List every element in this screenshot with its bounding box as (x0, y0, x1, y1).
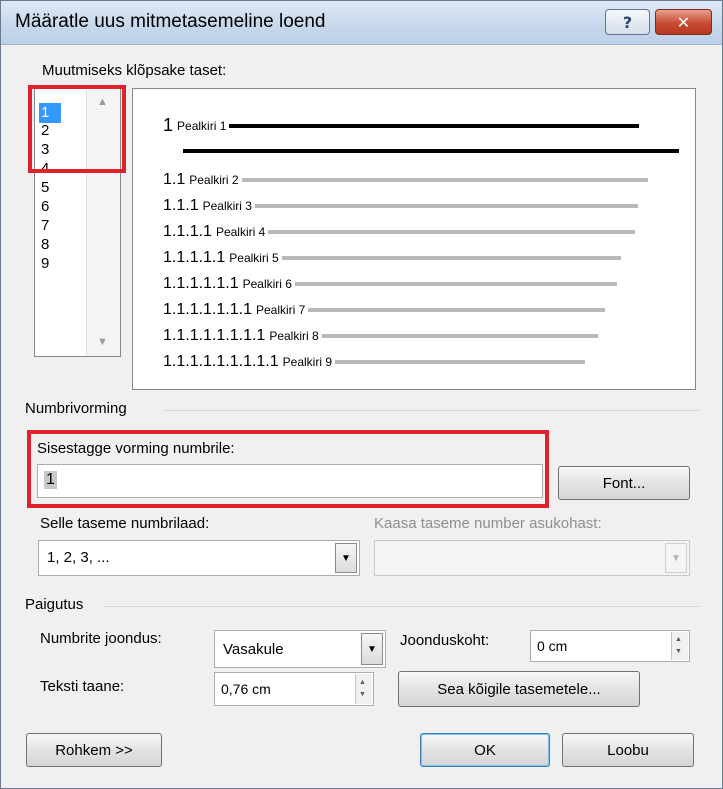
aligned-at-label: Joonduskoht: (400, 632, 490, 649)
preview-row-3: 1.1.1 Pealkiri 3 (163, 197, 638, 215)
help-button[interactable]: ? (605, 9, 650, 35)
preview-row-4: 1.1.1.1 Pealkiri 4 (163, 223, 636, 241)
spin-down-icon[interactable]: ▼ (675, 648, 682, 655)
chevron-down-icon[interactable]: ▼ (361, 633, 383, 665)
spin-down-icon[interactable]: ▼ (359, 691, 366, 698)
level-item-7[interactable]: 7 (39, 216, 81, 236)
number-style-select[interactable]: 1, 2, 3, ... ▼ (38, 540, 360, 576)
level-item-9[interactable]: 9 (39, 254, 81, 274)
levels-label: Muutmiseks klõpsake taset: (42, 62, 227, 79)
number-format-separator (163, 410, 699, 411)
more-button[interactable]: Rohkem >> (26, 733, 162, 767)
position-separator (103, 606, 699, 607)
font-button[interactable]: Font... (558, 466, 690, 500)
aligned-at-input[interactable]: 0 cm ▲ ▼ (530, 630, 690, 662)
cancel-button[interactable]: Loobu (562, 733, 694, 767)
preview-row-5: 1.1.1.1.1 Pealkiri 5 (163, 249, 621, 267)
highlight-level-list (28, 85, 126, 173)
help-icon: ? (622, 12, 633, 32)
indent-spinner[interactable]: ▲ ▼ (355, 674, 372, 704)
dialog-title: Määratle uus mitmetasemeline loend (15, 11, 326, 32)
highlight-format-field (27, 430, 549, 508)
scroll-down-icon[interactable]: ▼ (97, 336, 108, 348)
title-bar: Määratle uus mitmetasemeline loend ? ✕ (1, 1, 722, 45)
list-preview: 1 Pealkiri 1 1.1 Pealkiri 2 1.1.1 Pealki… (132, 88, 696, 390)
preview-row-1: 1 Pealkiri 1 (163, 115, 640, 136)
preview-row-9: 1.1.1.1.1.1.1.1.1 Pealkiri 9 (163, 353, 586, 371)
chevron-down-icon[interactable]: ▼ (335, 543, 357, 573)
position-section-label: Paigutus (25, 596, 84, 613)
preview-rule (183, 149, 679, 153)
close-icon: ✕ (676, 12, 691, 32)
indent-input[interactable]: 0,76 cm ▲ ▼ (214, 672, 374, 706)
level-item-6[interactable]: 6 (39, 197, 81, 217)
close-button[interactable]: ✕ (655, 9, 712, 35)
preview-row-2: 1.1 Pealkiri 2 (163, 171, 648, 189)
level-item-5[interactable]: 5 (39, 178, 81, 198)
spin-up-icon[interactable]: ▲ (675, 636, 682, 643)
preview-row-8: 1.1.1.1.1.1.1.1 Pealkiri 8 (163, 327, 598, 345)
indent-label: Teksti taane: (40, 678, 125, 695)
aligned-at-spinner[interactable]: ▲ ▼ (671, 632, 688, 660)
preview-row-7: 1.1.1.1.1.1.1 Pealkiri 7 (163, 301, 606, 319)
include-level-label: Kaasa taseme number asukohast: (374, 515, 602, 532)
number-style-label: Selle taseme numbrilaad: (40, 515, 210, 532)
level-item-8[interactable]: 8 (39, 235, 81, 255)
spin-up-icon[interactable]: ▲ (359, 679, 366, 686)
alignment-label: Numbrite joondus: (40, 630, 162, 647)
chevron-down-icon: ▼ (665, 543, 687, 573)
set-all-levels-button[interactable]: Sea kõigile tasemetele... (398, 671, 640, 707)
alignment-select[interactable]: Vasakule ▼ (214, 630, 386, 668)
number-format-section-label: Numbrivorming (25, 400, 127, 417)
preview-row-6: 1.1.1.1.1.1 Pealkiri 6 (163, 275, 617, 293)
include-level-select: ▼ (374, 540, 690, 576)
ok-button[interactable]: OK (420, 733, 550, 767)
